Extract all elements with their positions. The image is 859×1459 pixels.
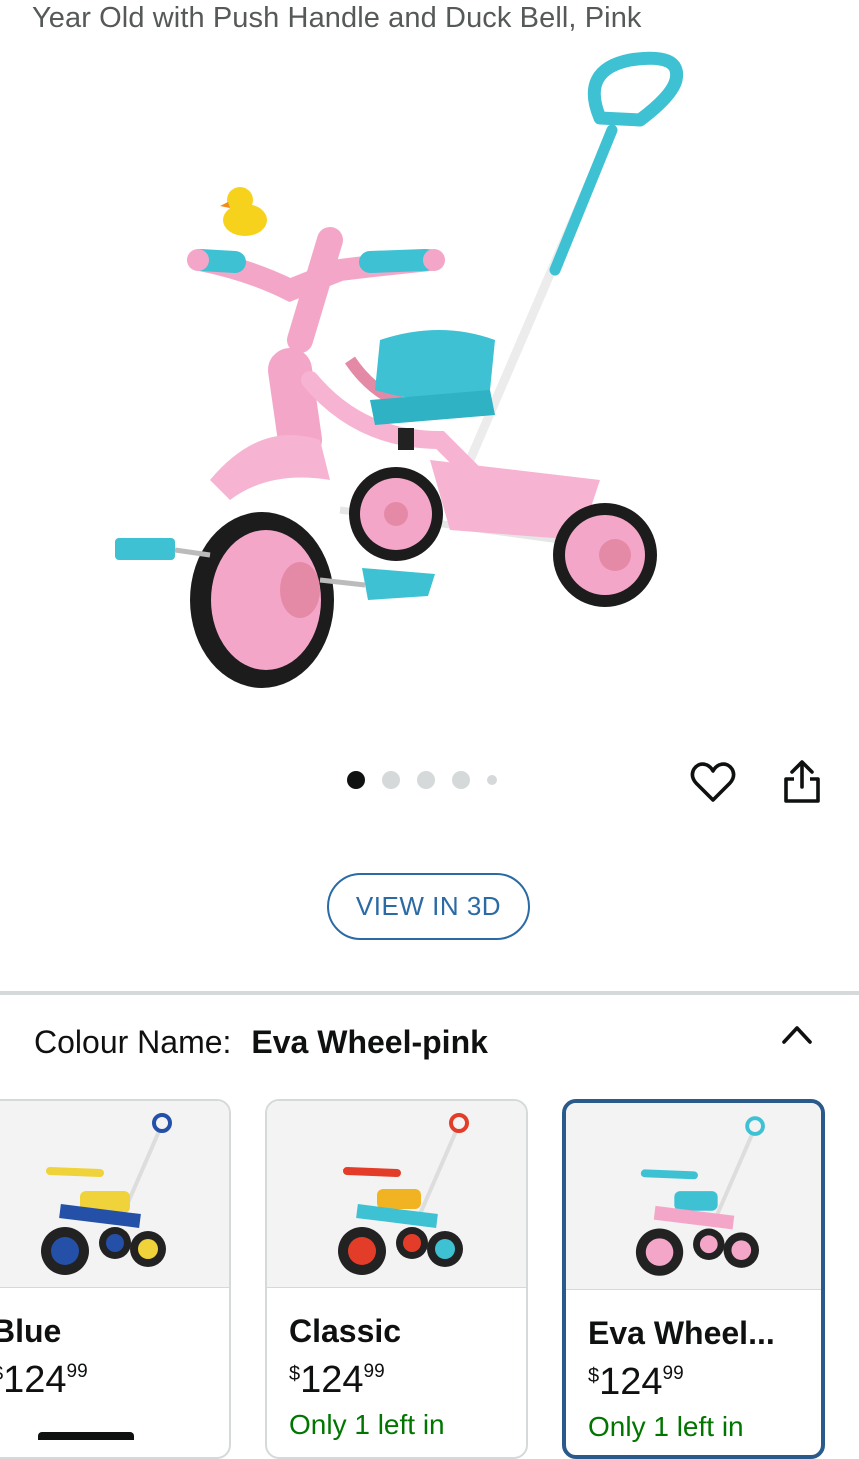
push-handle: [465, 51, 684, 465]
view-in-3d-button[interactable]: VIEW IN 3D: [327, 873, 530, 940]
variation-stock: Only 1 left in: [588, 1411, 744, 1442]
heart-icon[interactable]: [688, 757, 738, 807]
product-title: Year Old with Push Handle and Duck Bell,…: [32, 2, 642, 34]
variation-thumbnail: [566, 1103, 821, 1290]
variation-option-blue[interactable]: Blue $12499: [0, 1099, 231, 1459]
variation-option-classic[interactable]: Classic $12499 Only 1 left in: [265, 1099, 528, 1459]
front-wheel: [190, 512, 334, 688]
variation-thumbnail: [0, 1101, 229, 1288]
carousel-dot[interactable]: [417, 771, 435, 789]
duck-bell: [220, 187, 267, 236]
rear-wheel: [349, 467, 443, 561]
product-image[interactable]: [0, 40, 859, 740]
variation-price: $12499: [289, 1359, 385, 1401]
carousel-dot[interactable]: [347, 771, 365, 789]
variation-thumbnail: [267, 1101, 526, 1288]
variation-price: $12499: [588, 1361, 684, 1403]
section-divider: [0, 991, 859, 995]
variation-stock: Only 1 left in: [289, 1409, 445, 1440]
variation-price: $12499: [0, 1359, 88, 1401]
chevron-up-icon[interactable]: [781, 1020, 813, 1048]
variation-option-eva-wheel[interactable]: Eva Wheel... $12499 Only 1 left in: [562, 1099, 825, 1459]
variation-header: Colour Name: Eva Wheel-pink: [34, 1024, 488, 1061]
carousel-dots[interactable]: [347, 771, 497, 789]
rear-wheel-right: [553, 503, 657, 607]
variation-label: Colour Name:: [34, 1024, 232, 1060]
variation-selected-value: Eva Wheel-pink: [251, 1024, 488, 1060]
variation-name: Blue: [0, 1313, 62, 1349]
share-icon[interactable]: [778, 757, 826, 807]
home-indicator: [38, 1432, 134, 1440]
carousel-dot[interactable]: [487, 775, 497, 785]
carousel-dot[interactable]: [382, 771, 400, 789]
carousel-dot[interactable]: [452, 771, 470, 789]
variation-name: Eva Wheel...: [588, 1315, 775, 1351]
variation-name: Classic: [289, 1313, 402, 1349]
